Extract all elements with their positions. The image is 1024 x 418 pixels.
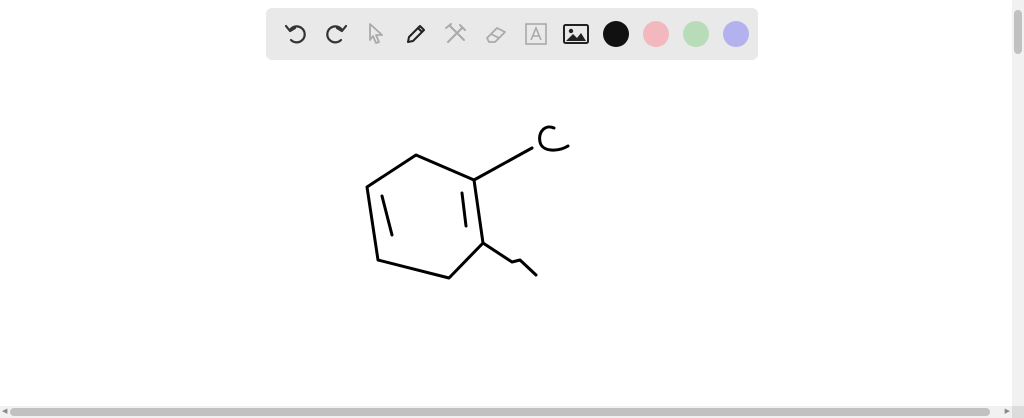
color-swatch-green — [683, 21, 709, 47]
text-tool-button[interactable] — [516, 14, 556, 54]
vertical-scroll-thumb[interactable] — [1014, 10, 1022, 54]
color-swatch-pink — [643, 21, 669, 47]
redo-button[interactable] — [316, 14, 356, 54]
undo-icon — [284, 24, 306, 44]
tools-crossed-icon — [445, 23, 466, 43]
hand-drawn-structure: C — [365, 125, 570, 280]
tools-button[interactable] — [436, 14, 476, 54]
undo-button[interactable] — [276, 14, 316, 54]
scroll-right-arrow-icon[interactable]: ▶ — [1005, 406, 1010, 418]
color-pink-button[interactable] — [636, 14, 676, 54]
inner-double-bond-right — [460, 191, 468, 228]
select-tool-button[interactable] — [356, 14, 396, 54]
color-green-button[interactable] — [676, 14, 716, 54]
color-swatch-black — [603, 21, 629, 47]
letter-c-stroke — [538, 125, 570, 152]
image-icon — [563, 24, 589, 44]
eraser-tool-button[interactable] — [476, 14, 516, 54]
image-tool-button[interactable] — [556, 14, 596, 54]
color-purple-button[interactable] — [716, 14, 756, 54]
drawing-toolbar — [266, 8, 758, 60]
select-pointer-icon — [369, 23, 383, 44]
color-black-button[interactable] — [596, 14, 636, 54]
pencil-icon — [407, 25, 425, 43]
inner-double-bond-left — [380, 194, 394, 237]
vertical-scrollbar[interactable] — [1012, 0, 1024, 406]
redo-icon — [326, 24, 348, 44]
color-swatch-purple — [723, 21, 749, 47]
horizontal-scrollbar[interactable]: ◀ ▶ — [0, 406, 1012, 418]
drawing-canvas[interactable]: C — [0, 0, 1012, 406]
horizontal-scroll-thumb[interactable] — [10, 408, 990, 416]
scroll-left-arrow-icon[interactable]: ◀ — [2, 406, 7, 418]
eraser-icon — [486, 27, 506, 43]
text-box-icon — [525, 23, 547, 45]
scrollbar-corner — [1012, 406, 1024, 418]
bond-to-c — [472, 146, 534, 182]
pencil-tool-button[interactable] — [396, 14, 436, 54]
lower-substituent-bond — [481, 241, 538, 277]
